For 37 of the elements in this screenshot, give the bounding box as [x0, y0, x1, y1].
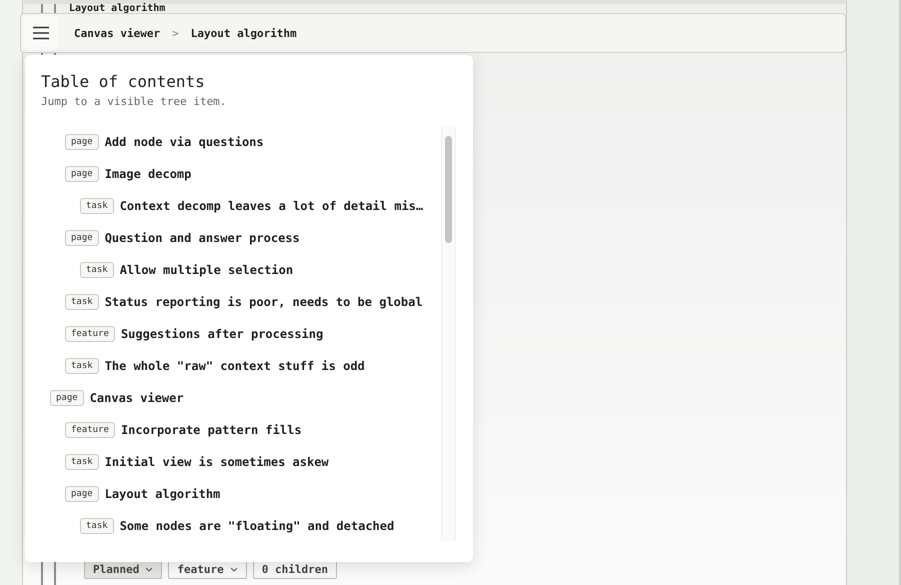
toc-item[interactable]: task Some nodes are "floating" and detached — [25, 510, 441, 541]
toc-item[interactable]: page Layout algorithm — [25, 478, 441, 510]
toc-item[interactable]: feature Suggestions after processing — [25, 318, 441, 350]
type-tag: task — [80, 262, 114, 278]
chevron-down-icon — [145, 566, 154, 572]
toc-item[interactable]: page Canvas viewer — [25, 382, 441, 414]
type-tag: page — [50, 390, 84, 406]
type-tag: task — [80, 198, 114, 214]
breadcrumb-separator: > — [172, 26, 179, 40]
type-tag: task — [65, 294, 99, 310]
type-tag: task — [65, 454, 99, 470]
popover-title: Table of contents — [41, 72, 206, 92]
type-tag: page — [65, 486, 99, 502]
type-tag: page — [65, 230, 99, 246]
page-title: Layout algorithm — [69, 4, 166, 13]
toc-item[interactable]: page Image decomp — [25, 158, 441, 190]
breadcrumb-link[interactable]: Canvas viewer — [74, 26, 160, 40]
type-tag: task — [80, 518, 114, 534]
toc-item[interactable]: task The whole "raw" context stuff is odd — [25, 350, 441, 382]
toc-item[interactable]: page Add node via questions — [25, 126, 441, 158]
type-tag: task — [65, 358, 99, 374]
toc-item[interactable]: page Question and answer process — [25, 222, 441, 254]
type-tag: page — [65, 166, 99, 182]
type-tag: feature — [65, 422, 115, 438]
breadcrumb-link[interactable]: Layout algorithm — [190, 26, 297, 40]
toc-item[interactable]: task Initial view is sometimes askew — [25, 446, 441, 478]
popover-subtitle: Jump to a visible tree item. — [41, 95, 228, 108]
toc-item[interactable]: task Status reporting is poor, needs to be global — [25, 286, 441, 318]
menu-icon — [33, 26, 49, 40]
toc-item[interactable]: feature Incorporate pattern fills — [25, 414, 441, 446]
toc-item[interactable]: task Context decomp leaves a lot of detail mis… — [25, 190, 441, 222]
type-tag: feature — [65, 326, 115, 342]
scrollbar[interactable] — [441, 126, 456, 541]
type-tag: page — [65, 134, 99, 150]
chevron-down-icon — [230, 566, 238, 572]
menu-button[interactable] — [24, 16, 58, 50]
toc-item[interactable]: task Allow multiple selection — [25, 254, 441, 286]
